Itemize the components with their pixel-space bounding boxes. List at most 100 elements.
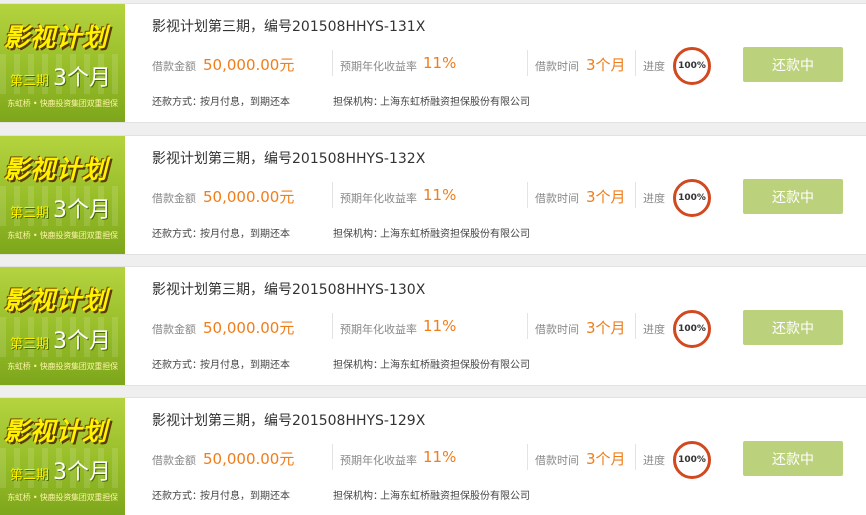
thumbnail-subtitle: 东虹桥 • 快鹿投资集团双重担保 [7,99,118,108]
thumbnail-term: 第三期 3个月 [10,60,122,92]
thumbnail-subtitle: 东虹桥 • 快鹿投资集团双重担保 [7,231,118,240]
progress-ring: 100% [673,310,711,348]
divider [527,182,528,208]
repay-method-label: 还款方式： [152,360,202,371]
guarantor-label: 担保机构： [333,491,383,502]
guarantor-value: 上海东虹桥融资担保股份有限公司 [380,491,530,502]
thumbnail-term-prefix: 第三期 [10,468,50,483]
divider [635,313,636,339]
loan-thumbnail[interactable]: 影视计划 第三期 3个月 东虹桥 • 快鹿投资集团双重担保 [0,398,125,515]
divider [527,444,528,470]
loan-card: 影视计划 第三期 3个月 东虹桥 • 快鹿投资集团双重担保 影视计划第三期，编号2… [0,397,866,515]
guarantor-value: 上海东虹桥融资担保股份有限公司 [380,229,530,240]
loan-card: 影视计划 第三期 3个月 东虹桥 • 快鹿投资集团双重担保 影视计划第三期，编号2… [0,266,866,386]
thumbnail-subtitle: 东虹桥 • 快鹿投资集团双重担保 [7,493,118,502]
progress-label: 进度 [643,192,665,205]
thumbnail-title: 影视计划 [4,155,109,184]
divider [635,182,636,208]
amount-label: 借款金额 [152,454,196,467]
loan-title-link[interactable]: 影视计划第三期，编号201508HHYS-132X [152,148,425,168]
rate-label: 预期年化收益率 [340,192,417,205]
thumbnail-title: 影视计划 [4,417,109,446]
thumbnail-title: 影视计划 [4,23,109,52]
guarantor-label: 担保机构： [333,97,383,108]
loan-list: 影视计划 第三期 3个月 东虹桥 • 快鹿投资集团双重担保 影视计划第三期，编号2… [0,0,866,515]
divider [527,50,528,76]
thumbnail-term-big: 3个月 [53,198,112,223]
progress-value: 100% [678,61,706,71]
thumbnail-term: 第三期 3个月 [10,323,122,355]
duration-value: 3个月 [586,450,626,468]
loan-card: 影视计划 第三期 3个月 东虹桥 • 快鹿投资集团双重担保 影视计划第三期，编号2… [0,135,866,255]
loan-title-link[interactable]: 影视计划第三期，编号201508HHYS-130X [152,279,425,299]
progress-value: 100% [678,193,706,203]
guarantor-value: 上海东虹桥融资担保股份有限公司 [380,97,530,108]
rate-label: 预期年化收益率 [340,323,417,336]
duration-value: 3个月 [586,188,626,206]
divider [635,50,636,76]
loan-title-link[interactable]: 影视计划第三期，编号201508HHYS-131X [152,16,425,36]
thumbnail-term: 第三期 3个月 [10,192,122,224]
thumbnail-term-big: 3个月 [53,66,112,91]
repaying-button[interactable]: 还款中 [743,47,843,82]
amount-value: 50,000.00元 [203,188,295,206]
amount-label: 借款金额 [152,60,196,73]
thumbnail-title: 影视计划 [4,286,109,315]
thumbnail-term-prefix: 第三期 [10,337,50,352]
guarantor-label: 担保机构： [333,360,383,371]
amount-value: 50,000.00元 [203,56,295,74]
repay-method-value: 按月付息，到期还本 [200,229,290,240]
rate-label: 预期年化收益率 [340,60,417,73]
progress-value: 100% [678,324,706,334]
rate-label: 预期年化收益率 [340,454,417,467]
thumbnail-term: 第三期 3个月 [10,454,122,486]
repay-method-value: 按月付息，到期还本 [200,491,290,502]
loan-thumbnail[interactable]: 影视计划 第三期 3个月 东虹桥 • 快鹿投资集团双重担保 [0,267,125,385]
rate-value: 11% [423,186,457,204]
rate-value: 11% [423,54,457,72]
amount-label: 借款金额 [152,323,196,336]
progress-label: 进度 [643,60,665,73]
guarantor-value: 上海东虹桥融资担保股份有限公司 [380,360,530,371]
progress-value: 100% [678,455,706,465]
thumbnail-term-big: 3个月 [53,460,112,485]
repay-method-value: 按月付息，到期还本 [200,97,290,108]
duration-value: 3个月 [586,319,626,337]
amount-value: 50,000.00元 [203,319,295,337]
thumbnail-term-prefix: 第三期 [10,74,50,89]
divider [332,182,333,208]
divider [332,444,333,470]
progress-ring: 100% [673,179,711,217]
repay-method-value: 按月付息，到期还本 [200,360,290,371]
loan-thumbnail[interactable]: 影视计划 第三期 3个月 东虹桥 • 快鹿投资集团双重担保 [0,136,125,254]
repaying-button[interactable]: 还款中 [743,441,843,476]
progress-ring: 100% [673,47,711,85]
progress-label: 进度 [643,323,665,336]
repaying-button[interactable]: 还款中 [743,310,843,345]
repaying-button[interactable]: 还款中 [743,179,843,214]
divider [332,313,333,339]
guarantor-label: 担保机构： [333,229,383,240]
repay-method-label: 还款方式： [152,97,202,108]
divider [635,444,636,470]
thumbnail-term-big: 3个月 [53,329,112,354]
progress-ring: 100% [673,441,711,479]
duration-label: 借款时间 [535,192,579,205]
rate-value: 11% [423,317,457,335]
amount-value: 50,000.00元 [203,450,295,468]
repay-method-label: 还款方式： [152,491,202,502]
loan-title-link[interactable]: 影视计划第三期，编号201508HHYS-129X [152,410,425,430]
repay-method-label: 还款方式： [152,229,202,240]
thumbnail-subtitle: 东虹桥 • 快鹿投资集团双重担保 [7,362,118,371]
thumbnail-term-prefix: 第三期 [10,206,50,221]
amount-label: 借款金额 [152,192,196,205]
duration-value: 3个月 [586,56,626,74]
divider [527,313,528,339]
loan-thumbnail[interactable]: 影视计划 第三期 3个月 东虹桥 • 快鹿投资集团双重担保 [0,4,125,122]
duration-label: 借款时间 [535,323,579,336]
loan-card: 影视计划 第三期 3个月 东虹桥 • 快鹿投资集团双重担保 影视计划第三期，编号2… [0,3,866,123]
duration-label: 借款时间 [535,454,579,467]
rate-value: 11% [423,448,457,466]
divider [332,50,333,76]
duration-label: 借款时间 [535,60,579,73]
